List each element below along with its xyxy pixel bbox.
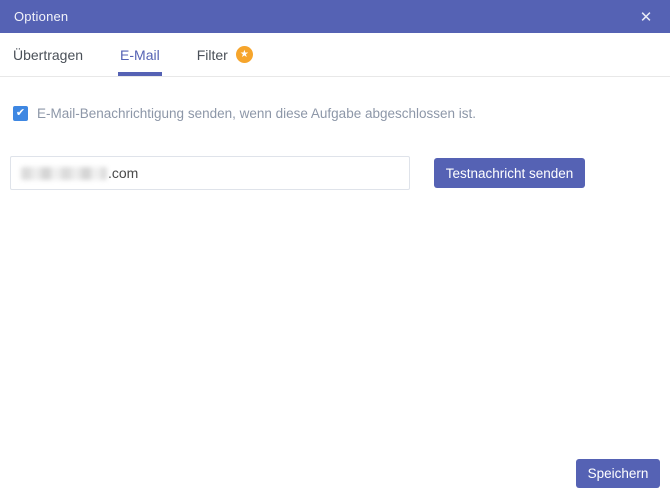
email-visible-text: .com <box>108 165 139 181</box>
email-input[interactable]: .com <box>10 156 410 190</box>
notification-option-row: ✔ E-Mail-Benachrichtigung senden, wenn d… <box>13 106 657 121</box>
save-button[interactable]: Speichern <box>576 459 660 488</box>
tab-label: Filter <box>196 46 228 63</box>
send-test-message-button[interactable]: Testnachricht senden <box>434 158 585 188</box>
options-dialog: Optionen ✕ Übertragen E-Mail Filter ★ ✔ … <box>0 0 670 503</box>
tab-label: Übertragen <box>13 46 84 63</box>
tab-uebertragen[interactable]: Übertragen <box>13 33 83 76</box>
tab-filter[interactable]: Filter ★ <box>197 33 253 76</box>
star-badge-icon: ★ <box>235 46 253 63</box>
dialog-titlebar: Optionen ✕ <box>0 0 670 33</box>
tab-bar: Übertragen E-Mail Filter ★ <box>0 33 670 77</box>
tab-label: E-Mail <box>120 46 160 63</box>
email-notification-checkbox[interactable]: ✔ <box>13 106 28 121</box>
dialog-title: Optionen <box>14 9 69 24</box>
tab-email[interactable]: E-Mail <box>118 33 162 76</box>
email-notification-label: E-Mail-Benachrichtigung senden, wenn die… <box>37 106 477 121</box>
close-icon[interactable]: ✕ <box>632 0 660 33</box>
redacted-email-blur <box>21 166 107 180</box>
